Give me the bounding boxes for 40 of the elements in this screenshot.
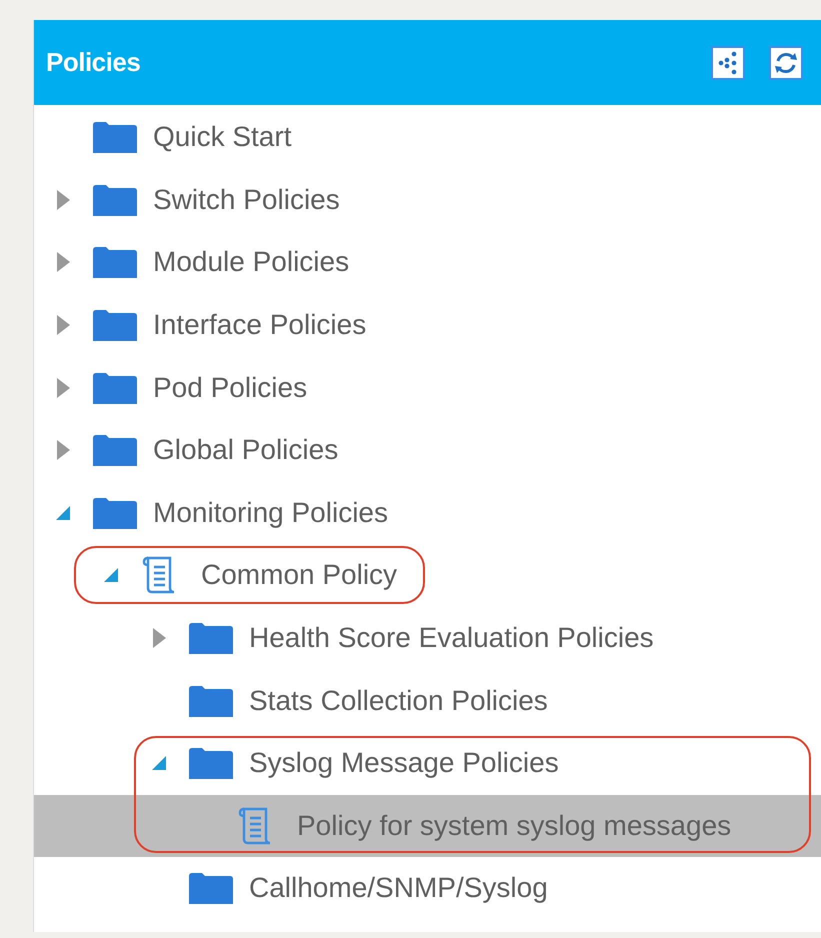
collapsed-triangle-icon[interactable] [55,439,71,462]
tree-item[interactable]: Interface Policies [153,309,366,342]
folder-icon [189,872,233,904]
tree-item[interactable]: Syslog Message Policies [249,747,559,780]
collapsed-triangle-icon[interactable] [55,188,71,211]
tree-item[interactable]: Global Policies [153,434,338,466]
folder-icon [189,747,233,780]
folder-icon [93,496,137,529]
tree-item[interactable]: Stats Collection Policies [249,684,548,717]
tree-item[interactable]: Common Policy [201,559,398,592]
scroll-icon [237,806,273,846]
dots-icon [717,50,739,74]
folder-icon [93,184,137,216]
refresh-button[interactable] [769,46,803,80]
tree-item[interactable]: Module Policies [153,246,350,278]
collapsed-triangle-icon[interactable] [55,376,71,399]
folder-icon [93,121,137,154]
expanded-triangle-icon[interactable] [103,567,119,584]
selected-row[interactable]: Policy for system syslog messages [34,794,821,858]
collapsed-triangle-icon[interactable] [55,314,71,336]
topology-button[interactable] [711,46,745,80]
tree-item[interactable]: Quick Start [153,121,292,154]
tree-item[interactable]: Pod Policies [153,372,308,404]
tree-item[interactable]: Policy for system syslog messages [297,810,732,842]
folder-icon [189,622,233,654]
folder-icon [93,309,137,342]
folder-icon [189,684,233,717]
folder-icon [93,372,137,404]
expanded-triangle-icon[interactable] [55,504,71,521]
collapsed-triangle-icon[interactable] [151,627,167,650]
tree-item[interactable]: Health Score Evaluation Policies [249,622,654,654]
panel-title: Policies [46,47,140,78]
folder-icon [93,434,137,466]
tree-item[interactable]: Monitoring Policies [153,496,388,529]
tree-item[interactable]: Callhome/SNMP/Syslog [249,872,548,904]
scroll-icon [141,555,177,596]
collapsed-triangle-icon[interactable] [55,251,71,274]
tree-item[interactable]: Switch Policies [153,184,340,216]
folder-icon [93,246,137,278]
expanded-triangle-icon[interactable] [151,755,167,772]
